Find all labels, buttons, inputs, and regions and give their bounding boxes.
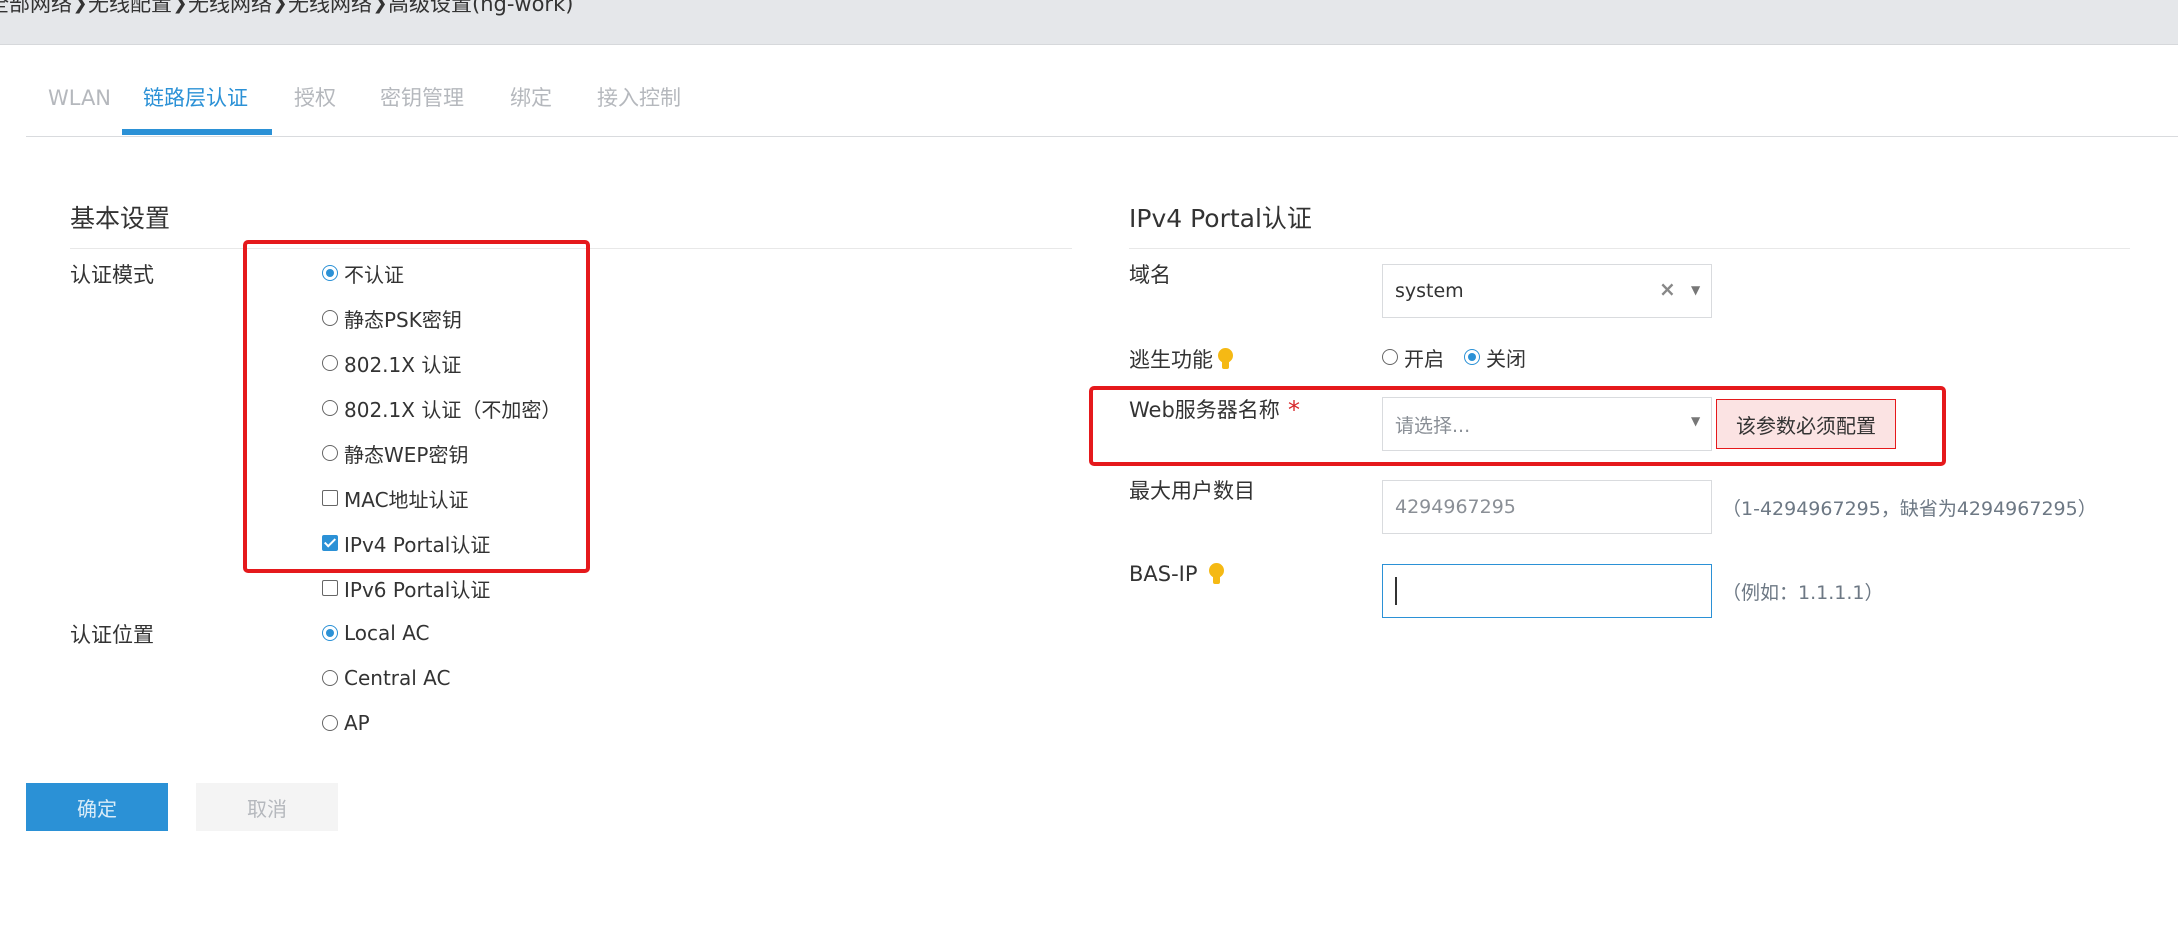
portal-section-title: IPv4 Portal认证	[1129, 204, 1312, 233]
tabs-divider	[26, 136, 2178, 137]
text-caret	[1395, 577, 1397, 605]
chevron-right-icon: ❯	[372, 0, 388, 14]
option-label: Central AC	[344, 666, 451, 690]
auth-location-label: 认证位置	[70, 623, 154, 647]
tab-key-management[interactable]: 密钥管理	[380, 68, 464, 128]
auth-mode-label: 认证模式	[70, 263, 154, 287]
cancel-button[interactable]: 取消	[196, 783, 338, 831]
max-users-hint: （1-4294967295，缺省为4294967295）	[1722, 498, 2097, 520]
domain-value: system	[1395, 280, 1464, 302]
option-label: 开启	[1404, 346, 1444, 371]
section-divider	[1129, 248, 2130, 249]
radio-button[interactable]	[322, 715, 338, 731]
chevron-right-icon: ❯	[72, 0, 88, 14]
auth-location-ap[interactable]: AP	[322, 708, 370, 738]
breadcrumb-item[interactable]: 无线网络	[288, 0, 372, 18]
auth-location-local-ac[interactable]: Local AC	[322, 618, 430, 648]
bas-ip-hint: （例如：1.1.1.1）	[1722, 582, 1884, 604]
active-tab-indicator	[122, 129, 272, 135]
breadcrumb-current: 高级设置(hg-work)	[388, 0, 574, 16]
bas-ip-input[interactable]	[1382, 564, 1712, 618]
caret-down-icon: ▼	[1691, 283, 1701, 297]
tab-link-layer-auth[interactable]: 链路层认证	[143, 68, 248, 128]
max-users-label: 最大用户数目	[1129, 479, 1255, 503]
domain-label: 域名	[1129, 263, 1171, 287]
escape-off-option[interactable]: 关闭	[1464, 342, 1526, 372]
tab-access-control[interactable]: 接入控制	[597, 68, 681, 128]
basic-settings-title: 基本设置	[70, 204, 171, 233]
lightbulb-icon[interactable]	[1217, 348, 1233, 370]
breadcrumb-bar: 全部网络 ❯ 无线配置 ❯ 无线网络 ❯ 无线网络 ❯ 高级设置(hg-work…	[0, 0, 2178, 45]
domain-select[interactable]: system × ▼	[1382, 264, 1712, 318]
max-users-value: 4294967295	[1395, 496, 1516, 518]
lightbulb-icon[interactable]	[1208, 563, 1224, 585]
tab-authorization[interactable]: 授权	[294, 68, 336, 128]
ok-button[interactable]: 确定	[26, 783, 168, 831]
auth-mode-ipv6-portal[interactable]: IPv6 Portal认证	[322, 573, 490, 603]
radio-button[interactable]	[1464, 349, 1480, 365]
breadcrumb-item[interactable]: 无线配置	[88, 0, 172, 18]
option-label: 关闭	[1486, 346, 1526, 371]
escape-label-row: 逃生功能	[1129, 344, 1233, 374]
bas-ip-label-row: BAS-IP	[1129, 562, 1224, 586]
chevron-right-icon: ❯	[172, 0, 188, 14]
bas-ip-label: BAS-IP	[1129, 562, 1198, 586]
radio-button[interactable]	[1382, 349, 1398, 365]
tab-wlan[interactable]: WLAN	[48, 68, 111, 128]
radio-button[interactable]	[322, 670, 338, 686]
highlight-box-web-server	[1089, 386, 1946, 466]
chevron-right-icon: ❯	[272, 0, 288, 14]
breadcrumb-item[interactable]: 无线网络	[188, 0, 272, 18]
checkbox[interactable]	[322, 580, 338, 596]
escape-label: 逃生功能	[1129, 348, 1213, 372]
clear-x-icon[interactable]: ×	[1659, 277, 1676, 301]
breadcrumb-item[interactable]: 全部网络	[0, 0, 72, 18]
highlight-box-auth-modes	[243, 240, 590, 573]
escape-on-option[interactable]: 开启	[1382, 342, 1444, 372]
auth-location-central-ac[interactable]: Central AC	[322, 663, 450, 693]
tab-binding[interactable]: 绑定	[510, 68, 552, 128]
option-label: IPv6 Portal认证	[344, 577, 491, 602]
breadcrumb: 全部网络 ❯ 无线配置 ❯ 无线网络 ❯ 无线网络 ❯ 高级设置(hg-work…	[0, 0, 573, 19]
max-users-input[interactable]: 4294967295	[1382, 480, 1712, 534]
radio-button[interactable]	[322, 625, 338, 641]
option-label: AP	[344, 711, 370, 735]
option-label: Local AC	[344, 621, 430, 645]
